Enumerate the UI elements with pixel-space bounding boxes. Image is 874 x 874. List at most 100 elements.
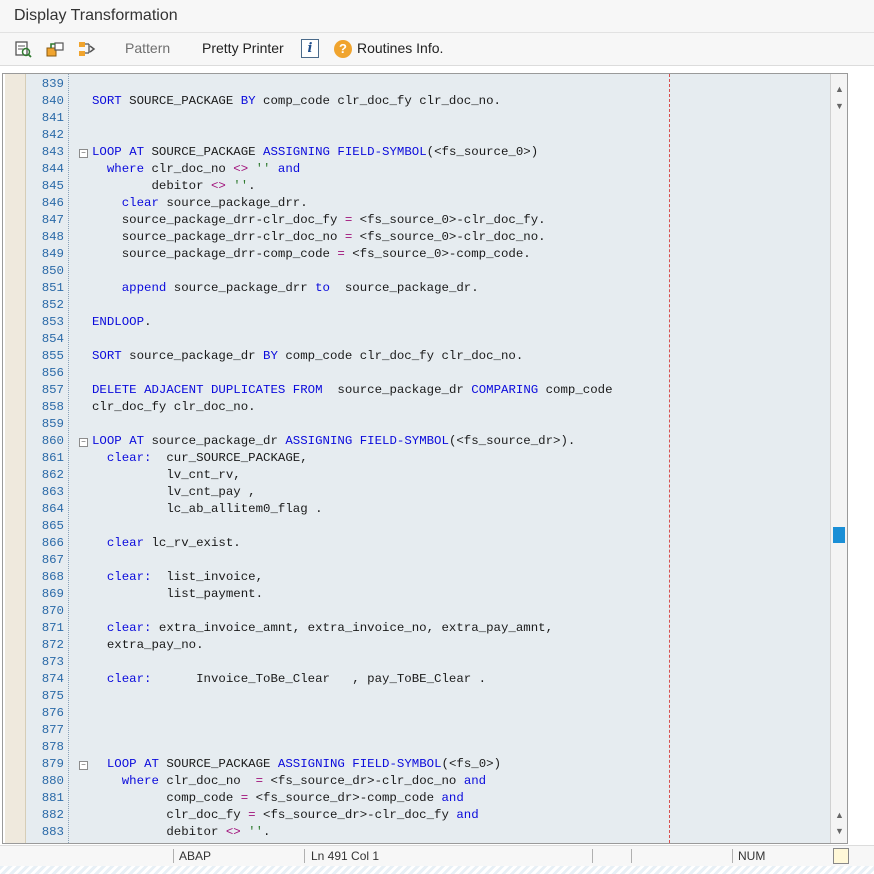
code-line[interactable]: 851 append source_package_drr to source_… [26, 280, 830, 297]
line-number: 864 [41, 502, 64, 516]
code-line[interactable]: 843 − LOOP AT SOURCE_PACKAGE ASSIGNING FIE… [26, 144, 830, 161]
scroll-up-icon[interactable]: ▲ [834, 84, 845, 95]
code-line[interactable]: 856 [26, 365, 830, 382]
code-line[interactable]: 867 [26, 552, 830, 569]
hierarchy-icon[interactable] [77, 39, 97, 59]
code-line[interactable]: 878 [26, 739, 830, 756]
code-line[interactable]: 850 [26, 263, 830, 280]
code-text: append source_package_drr to source_pack… [121, 281, 479, 295]
line-number: 867 [41, 553, 64, 567]
code-line[interactable]: 879 − LOOP AT SOURCE_PACKAGE ASSIGNING FI… [26, 756, 830, 773]
line-number: 854 [41, 332, 64, 346]
pretty-printer-button[interactable]: Pretty Printer [202, 40, 284, 56]
code-text: where clr_doc_no <> '' and [106, 162, 301, 176]
code-line[interactable]: 845 debitor <> ''. [26, 178, 830, 195]
code-text: clear: cur_SOURCE_PACKAGE, [106, 451, 308, 465]
code-text: clear: Invoice_ToBe_Clear , pay_ToBE_Cle… [106, 672, 487, 686]
code-line[interactable]: 877 [26, 722, 830, 739]
line-number: 862 [41, 468, 64, 482]
line-number: 863 [41, 485, 64, 499]
help-icon[interactable]: ? [334, 40, 352, 58]
code-line[interactable]: 862 lv_cnt_rv, [26, 467, 830, 484]
code-line[interactable]: 854 [26, 331, 830, 348]
code-line[interactable]: 866 clear lc_rv_exist. [26, 535, 830, 552]
line-number: 870 [41, 604, 64, 618]
code-line[interactable]: 874 clear: Invoice_ToBe_Clear , pay_ToBE… [26, 671, 830, 688]
code-editor[interactable]: 839 840 SORT SOURCE_PACKAGE BY comp_code c… [2, 73, 848, 844]
code-line[interactable]: 841 [26, 110, 830, 127]
code-line[interactable]: 855 SORT source_package_dr BY comp_code c… [26, 348, 830, 365]
code-line[interactable]: 871 clear: extra_invoice_amnt, extra_inv… [26, 620, 830, 637]
fold-toggle-icon[interactable]: − [79, 438, 88, 447]
fold-toggle-icon[interactable]: − [79, 761, 88, 770]
line-number: 860 [41, 434, 64, 448]
code-line[interactable]: 876 [26, 705, 830, 722]
code-line[interactable]: 847 source_package_drr-clr_doc_fy = <fs_… [26, 212, 830, 229]
display-change-icon[interactable] [13, 39, 33, 59]
line-number: 878 [41, 740, 64, 754]
code-line[interactable]: 861 clear: cur_SOURCE_PACKAGE, [26, 450, 830, 467]
code-line[interactable]: 842 [26, 127, 830, 144]
code-line[interactable]: 860 − LOOP AT source_package_dr ASSIGNING … [26, 433, 830, 450]
line-number: 843 [41, 145, 64, 159]
code-text: debitor <> ''. [92, 825, 271, 839]
line-number: 853 [41, 315, 64, 329]
code-line[interactable]: 848 source_package_drr-clr_doc_no = <fs_… [26, 229, 830, 246]
code-text: clear source_package_drr. [121, 196, 308, 210]
code-line[interactable]: 864 lc_ab_allitem0_flag . [26, 501, 830, 518]
code-line[interactable]: 857 DELETE ADJACENT DUPLICATES FROM sourc… [26, 382, 830, 399]
code-line[interactable]: 859 [26, 416, 830, 433]
code-text: SORT source_package_dr BY comp_code clr_… [92, 349, 524, 363]
code-line[interactable]: 839 [26, 76, 830, 93]
code-line[interactable]: 868 clear: list_invoice, [26, 569, 830, 586]
code-line[interactable]: 869 list_payment. [26, 586, 830, 603]
activate-icon[interactable] [45, 39, 65, 59]
line-number: 840 [41, 94, 64, 108]
scroll-down-icon[interactable]: ▼ [834, 826, 845, 837]
status-divider [631, 849, 632, 863]
scroll-thumb[interactable] [833, 527, 845, 543]
code-line[interactable]: 882 clr_doc_fy = <fs_source_dr>-clr_doc_… [26, 807, 830, 824]
breakpoint-gutter[interactable] [5, 74, 26, 843]
line-number: 865 [41, 519, 64, 533]
scroll-down-icon[interactable]: ▼ [834, 101, 845, 112]
code-line[interactable]: 844 where clr_doc_no <> '' and [26, 161, 830, 178]
pattern-button[interactable]: Pattern [125, 40, 170, 56]
status-divider [732, 849, 733, 863]
code-line[interactable]: 870 [26, 603, 830, 620]
line-number: 852 [41, 298, 64, 312]
line-number: 858 [41, 400, 64, 414]
line-number: 869 [41, 587, 64, 601]
code-line[interactable]: 849 source_package_drr-comp_code = <fs_s… [26, 246, 830, 263]
vertical-scrollbar[interactable]: ▲ ▼ ▲ ▼ [830, 74, 847, 843]
line-number: 874 [41, 672, 64, 686]
code-text: clr_doc_fy = <fs_source_dr>-clr_doc_fy a… [92, 808, 479, 822]
line-number: 842 [41, 128, 64, 142]
code-line[interactable]: 853 ENDLOOP. [26, 314, 830, 331]
code-area[interactable]: 839 840 SORT SOURCE_PACKAGE BY comp_code c… [26, 74, 830, 843]
code-line[interactable]: 883 debitor <> ''. [26, 824, 830, 841]
scroll-up-icon[interactable]: ▲ [834, 810, 845, 821]
code-line[interactable]: 872 extra_pay_no. [26, 637, 830, 654]
code-line[interactable]: 852 [26, 297, 830, 314]
code-line[interactable]: 875 [26, 688, 830, 705]
code-line[interactable]: 846 clear source_package_drr. [26, 195, 830, 212]
code-line[interactable]: 865 [26, 518, 830, 535]
fold-toggle-icon[interactable]: − [79, 149, 88, 158]
line-number: 859 [41, 417, 64, 431]
code-line[interactable]: 840 SORT SOURCE_PACKAGE BY comp_code clr_… [26, 93, 830, 110]
code-text: debitor <> ''. [92, 179, 256, 193]
line-number: 861 [41, 451, 64, 465]
code-text: LOOP AT source_package_dr ASSIGNING FIEL… [92, 434, 576, 448]
window-title: Display Transformation [14, 7, 178, 24]
code-line[interactable]: 873 [26, 654, 830, 671]
code-line[interactable]: 863 lv_cnt_pay , [26, 484, 830, 501]
notes-icon[interactable] [833, 848, 849, 864]
code-line[interactable]: 881 comp_code = <fs_source_dr>-comp_code… [26, 790, 830, 807]
code-text: source_package_drr-clr_doc_fy = <fs_sour… [92, 213, 546, 227]
info-icon[interactable]: i [301, 39, 319, 58]
code-line[interactable]: 858 clr_doc_fy clr_doc_no. [26, 399, 830, 416]
routines-info-button[interactable]: Routines Info. [357, 40, 443, 56]
code-line[interactable]: 880 where clr_doc_no = <fs_source_dr>-cl… [26, 773, 830, 790]
line-number: 877 [41, 723, 64, 737]
